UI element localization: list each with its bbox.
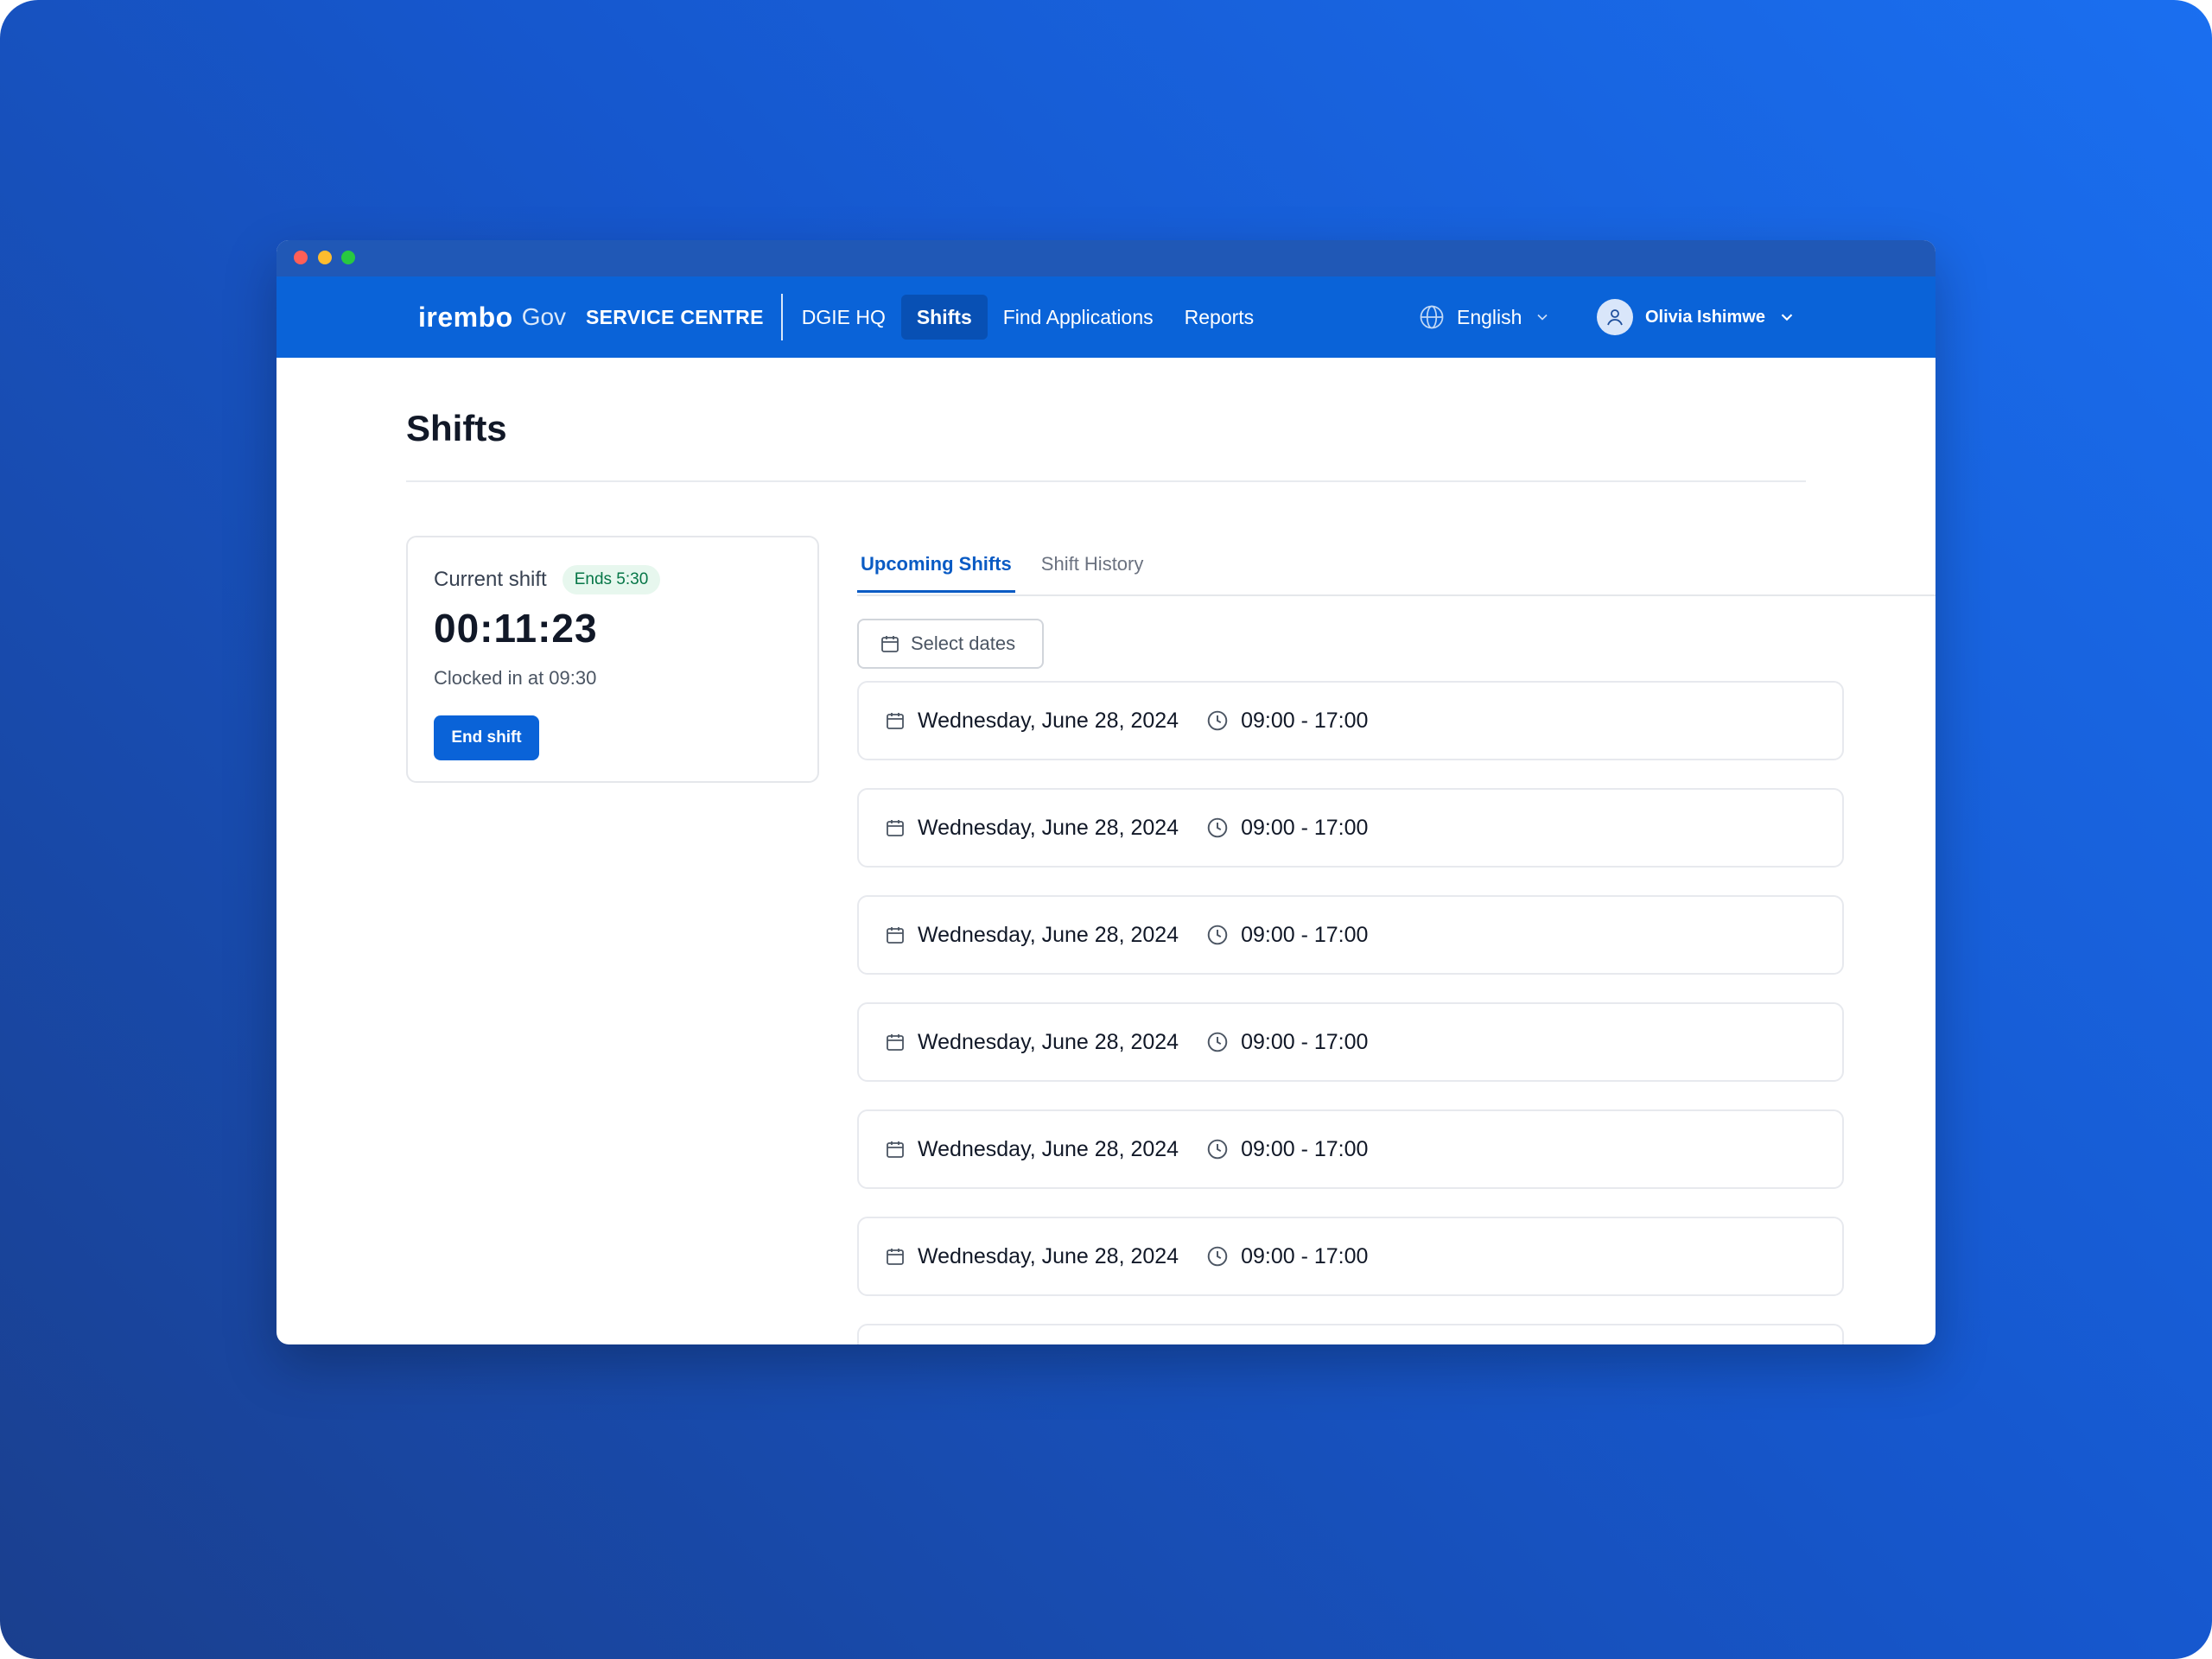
service-centre-label: SERVICE CENTRE xyxy=(586,306,764,328)
tab-shift-history[interactable]: Shift History xyxy=(1038,546,1147,588)
shift-tabs: Upcoming Shifts Shift History xyxy=(857,546,1169,596)
calendar-icon xyxy=(885,1139,906,1160)
page-content: Shifts Current shift Ends 5:30 00:11:23 … xyxy=(276,358,1936,1344)
shift-date: Wednesday, June 28, 2024 xyxy=(885,816,1179,841)
shift-time-text: 09:00 - 17:00 xyxy=(1241,1029,1369,1054)
list-item[interactable]: Wednesday, June 28, 2024 09:00 - 17:00 xyxy=(857,1217,1844,1296)
clock-icon xyxy=(1206,1031,1229,1053)
logo-suffix: Gov xyxy=(521,303,567,330)
shift-time: 09:00 - 17:00 xyxy=(1206,1030,1368,1055)
calendar-icon xyxy=(885,817,906,838)
nav-item-reports[interactable]: Reports xyxy=(1169,295,1270,340)
clock-icon xyxy=(1206,709,1229,732)
shift-time: 09:00 - 17:00 xyxy=(1206,1137,1368,1162)
shift-date-text: Wednesday, June 28, 2024 xyxy=(918,1136,1179,1161)
calendar-icon xyxy=(885,1246,906,1267)
main-nav: SERVICE CENTRE DGIE HQ Shifts Find Appli… xyxy=(570,276,1269,358)
select-dates-label: Select dates xyxy=(911,632,1016,654)
shift-time: 09:00 - 17:00 xyxy=(1206,1244,1368,1269)
calendar-icon xyxy=(885,1032,906,1052)
browser-window: irembo Gov SERVICE CENTRE DGIE HQ Shifts… xyxy=(276,240,1936,1344)
nav-item-shifts[interactable]: Shifts xyxy=(900,295,988,340)
clock-icon xyxy=(1206,1138,1229,1160)
list-item[interactable]: Wednesday, June 28, 2024 09:00 - 17:00 xyxy=(857,1109,1844,1189)
user-menu[interactable]: Olivia Ishimwe xyxy=(1597,276,1796,358)
close-window-button[interactable] xyxy=(294,251,308,264)
nav-item-find-applications[interactable]: Find Applications xyxy=(988,295,1169,340)
top-navbar: irembo Gov SERVICE CENTRE DGIE HQ Shifts… xyxy=(276,276,1936,358)
chevron-down-icon xyxy=(1777,308,1796,327)
shift-timer: 00:11:23 xyxy=(434,606,598,651)
shift-date: Wednesday, June 28, 2024 xyxy=(885,923,1179,948)
shift-date: Wednesday, June 28, 2024 xyxy=(885,1244,1179,1269)
shift-time-text: 09:00 - 17:00 xyxy=(1241,815,1369,840)
shift-date-text: Wednesday, June 28, 2024 xyxy=(918,1029,1179,1054)
select-dates-button[interactable]: Select dates xyxy=(857,619,1044,669)
list-item[interactable] xyxy=(857,1324,1844,1344)
tab-upcoming-shifts[interactable]: Upcoming Shifts xyxy=(857,546,1015,593)
chevron-down-icon xyxy=(1534,308,1551,326)
shift-time-text: 09:00 - 17:00 xyxy=(1241,1243,1369,1268)
shift-time: 09:00 - 17:00 xyxy=(1206,816,1368,841)
shift-date: Wednesday, June 28, 2024 xyxy=(885,709,1179,734)
clock-icon xyxy=(1206,924,1229,946)
globe-icon xyxy=(1419,304,1445,330)
list-item[interactable]: Wednesday, June 28, 2024 09:00 - 17:00 xyxy=(857,788,1844,868)
end-shift-button[interactable]: End shift xyxy=(434,715,539,760)
shift-date-text: Wednesday, June 28, 2024 xyxy=(918,1243,1179,1268)
shift-time: 09:00 - 17:00 xyxy=(1206,709,1368,734)
list-item[interactable]: Wednesday, June 28, 2024 09:00 - 17:00 xyxy=(857,895,1844,975)
list-item[interactable]: Wednesday, June 28, 2024 09:00 - 17:00 xyxy=(857,681,1844,760)
logo-wordmark: irembo xyxy=(418,301,513,333)
shift-time: 09:00 - 17:00 xyxy=(1206,923,1368,948)
list-item[interactable]: Wednesday, June 28, 2024 09:00 - 17:00 xyxy=(857,1002,1844,1082)
shift-date-text: Wednesday, June 28, 2024 xyxy=(918,708,1179,733)
user-name: Olivia Ishimwe xyxy=(1645,307,1765,327)
language-label: English xyxy=(1457,305,1522,328)
current-shift-label: Current shift xyxy=(434,568,547,591)
language-selector[interactable]: English xyxy=(1419,276,1551,358)
clock-icon xyxy=(1206,817,1229,839)
shift-time-text: 09:00 - 17:00 xyxy=(1241,1136,1369,1161)
shift-time-text: 09:00 - 17:00 xyxy=(1241,922,1369,947)
calendar-icon xyxy=(885,925,906,945)
page-title: Shifts xyxy=(406,408,507,448)
status-badge: Ends 5:30 xyxy=(562,565,661,594)
clocked-in-text: Clocked in at 09:30 xyxy=(434,667,597,689)
nav-divider xyxy=(780,294,783,340)
clock-icon xyxy=(1206,1245,1229,1268)
shift-date: Wednesday, June 28, 2024 xyxy=(885,1030,1179,1055)
irembo-logo[interactable]: irembo Gov xyxy=(418,276,566,358)
minimize-window-button[interactable] xyxy=(318,251,332,264)
shift-date-text: Wednesday, June 28, 2024 xyxy=(918,922,1179,947)
shift-date-text: Wednesday, June 28, 2024 xyxy=(918,815,1179,840)
tabs-divider xyxy=(857,594,1936,596)
calendar-icon xyxy=(880,633,900,654)
calendar-icon xyxy=(885,710,906,731)
avatar xyxy=(1597,299,1633,335)
user-icon xyxy=(1605,307,1625,327)
shift-date: Wednesday, June 28, 2024 xyxy=(885,1137,1179,1162)
title-divider xyxy=(406,480,1806,482)
desktop-background: irembo Gov SERVICE CENTRE DGIE HQ Shifts… xyxy=(0,0,2212,1659)
current-shift-card: Current shift Ends 5:30 00:11:23 Clocked… xyxy=(406,536,819,783)
shift-time-text: 09:00 - 17:00 xyxy=(1241,708,1369,733)
current-shift-header: Current shift Ends 5:30 xyxy=(434,565,661,594)
window-titlebar xyxy=(276,240,1936,276)
nav-item-dgie-hq[interactable]: DGIE HQ xyxy=(786,295,901,340)
maximize-window-button[interactable] xyxy=(341,251,355,264)
